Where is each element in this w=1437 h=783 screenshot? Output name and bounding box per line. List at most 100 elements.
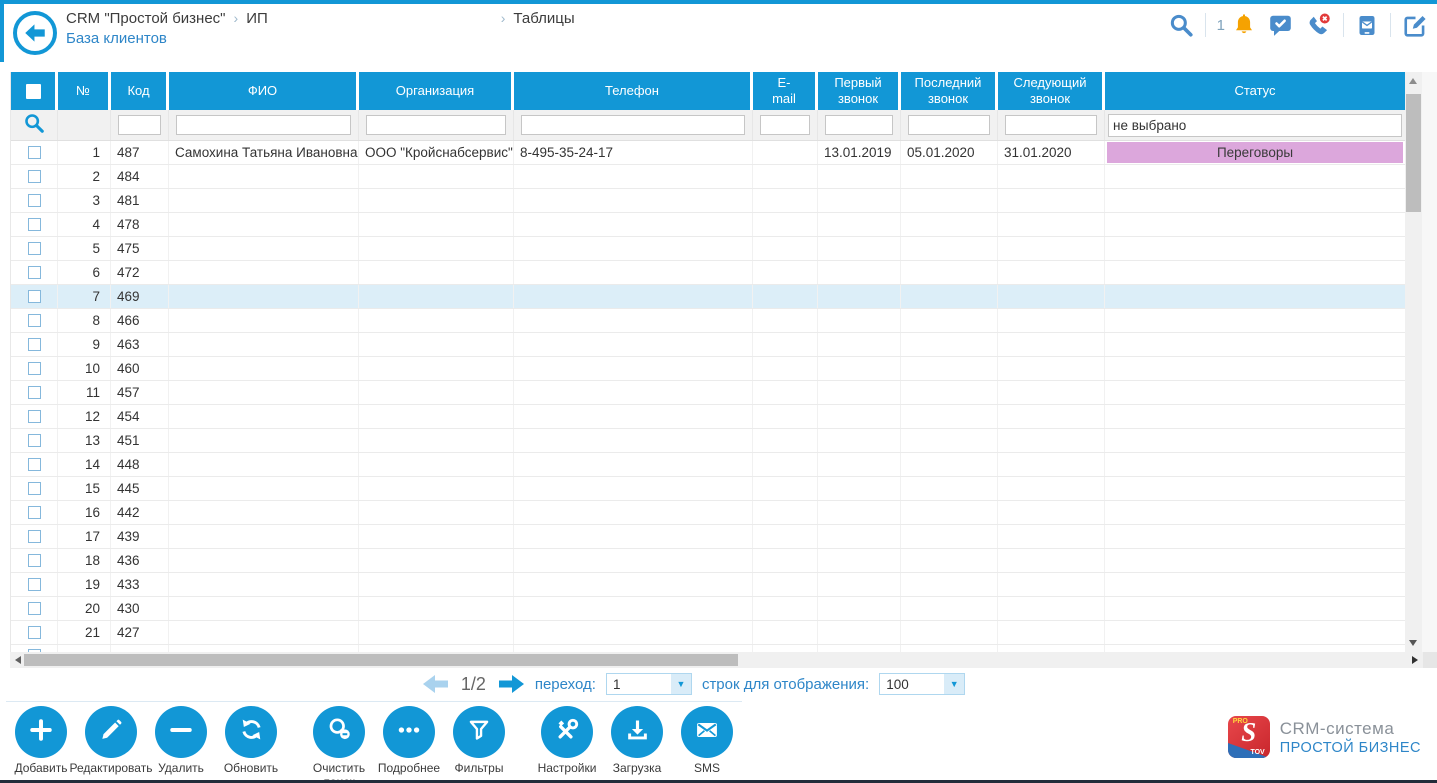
row-checkbox[interactable] bbox=[28, 626, 41, 639]
table-row[interactable]: 3481 bbox=[11, 189, 1405, 213]
scroll-left-arrow[interactable] bbox=[15, 656, 21, 664]
missed-call-icon[interactable] bbox=[1305, 12, 1332, 38]
notification-count: 1 bbox=[1217, 17, 1225, 34]
filter-input-phone[interactable] bbox=[521, 115, 745, 135]
row-checkbox[interactable] bbox=[28, 170, 41, 183]
column-header-first_call[interactable]: Первый звонок bbox=[818, 72, 901, 110]
row-checkbox[interactable] bbox=[28, 554, 41, 567]
table-row[interactable]: 6472 bbox=[11, 261, 1405, 285]
row-checkbox[interactable] bbox=[28, 338, 41, 351]
table-row[interactable]: 12454 bbox=[11, 405, 1405, 429]
table-row[interactable]: 15445 bbox=[11, 477, 1405, 501]
column-header-fio[interactable]: ФИО bbox=[169, 72, 359, 110]
horizontal-scrollbar-thumb[interactable] bbox=[24, 654, 738, 666]
filter-input-code[interactable] bbox=[118, 115, 161, 135]
toolbar-plus-button[interactable] bbox=[15, 706, 67, 758]
breadcrumb-section[interactable]: ИП bbox=[246, 10, 268, 27]
table-row[interactable]: 2484 bbox=[11, 165, 1405, 189]
column-header-next_call[interactable]: Следующий звонок bbox=[998, 72, 1105, 110]
row-checkbox[interactable] bbox=[28, 362, 41, 375]
table-row[interactable]: 11457 bbox=[11, 381, 1405, 405]
back-button[interactable] bbox=[13, 11, 57, 55]
row-checkbox[interactable] bbox=[28, 146, 41, 159]
device-sms-icon[interactable] bbox=[1355, 12, 1379, 39]
toolbar-refresh-button[interactable] bbox=[225, 706, 277, 758]
column-header-email[interactable]: E-mail bbox=[753, 72, 818, 110]
row-checkbox[interactable] bbox=[28, 410, 41, 423]
table-row[interactable]: 16442 bbox=[11, 501, 1405, 525]
prev-page-button[interactable] bbox=[422, 674, 449, 694]
next-page-button[interactable] bbox=[498, 674, 525, 694]
chat-icon[interactable] bbox=[1267, 12, 1294, 38]
row-checkbox[interactable] bbox=[28, 602, 41, 615]
chevron-down-icon[interactable]: ▼ bbox=[944, 674, 964, 694]
rows-per-page-select[interactable]: 100 ▼ bbox=[879, 673, 965, 695]
row-checkbox[interactable] bbox=[28, 290, 41, 303]
filter-status-select[interactable] bbox=[1108, 114, 1402, 137]
row-checkbox[interactable] bbox=[28, 266, 41, 279]
column-header-num[interactable]: № bbox=[58, 72, 111, 110]
row-checkbox[interactable] bbox=[28, 530, 41, 543]
toolbar-clear-search-button[interactable] bbox=[313, 706, 365, 758]
row-checkbox[interactable] bbox=[28, 434, 41, 447]
table-row[interactable]: 7469 bbox=[11, 285, 1405, 309]
goto-page-select[interactable]: 1 ▼ bbox=[606, 673, 692, 695]
filter-search-icon[interactable] bbox=[23, 112, 45, 139]
filter-input-next_call[interactable] bbox=[1005, 115, 1097, 135]
horizontal-scrollbar[interactable] bbox=[10, 652, 1423, 668]
breadcrumb-page[interactable]: Таблицы bbox=[513, 10, 574, 27]
table-row[interactable]: 10460 bbox=[11, 357, 1405, 381]
toolbar-settings-button[interactable] bbox=[541, 706, 593, 758]
vertical-scrollbar[interactable] bbox=[1405, 72, 1422, 652]
column-header-last_call[interactable]: Последний звонок bbox=[901, 72, 998, 110]
column-header-org[interactable]: Организация bbox=[359, 72, 514, 110]
table-row[interactable]: 19433 bbox=[11, 573, 1405, 597]
select-all-checkbox[interactable] bbox=[26, 84, 41, 99]
row-checkbox[interactable] bbox=[28, 482, 41, 495]
edit-icon[interactable] bbox=[1402, 12, 1429, 38]
table-row[interactable]: 1487Самохина Татьяна ИвановнаООО "Кройсн… bbox=[11, 141, 1405, 165]
toolbar-filter-button[interactable] bbox=[453, 706, 505, 758]
toolbar-pencil-button[interactable] bbox=[85, 706, 137, 758]
row-checkbox[interactable] bbox=[28, 314, 41, 327]
filter-input-org[interactable] bbox=[366, 115, 506, 135]
bell-icon[interactable] bbox=[1232, 12, 1256, 38]
table-row[interactable]: 8466 bbox=[11, 309, 1405, 333]
filter-input-email[interactable] bbox=[760, 115, 810, 135]
column-header-code[interactable]: Код bbox=[111, 72, 169, 110]
table-row[interactable]: 13451 bbox=[11, 429, 1405, 453]
scroll-up-arrow[interactable] bbox=[1409, 78, 1417, 84]
table-row[interactable]: 21427 bbox=[11, 621, 1405, 645]
table-row[interactable]: 20430 bbox=[11, 597, 1405, 621]
search-icon[interactable] bbox=[1168, 12, 1194, 38]
table-row[interactable]: 9463 bbox=[11, 333, 1405, 357]
row-checkbox[interactable] bbox=[28, 194, 41, 207]
toolbar-sms-button[interactable] bbox=[681, 706, 733, 758]
vertical-scrollbar-thumb[interactable] bbox=[1406, 94, 1421, 212]
table-row[interactable]: 14448 bbox=[11, 453, 1405, 477]
toolbar-more-button[interactable] bbox=[383, 706, 435, 758]
column-header-sel[interactable] bbox=[11, 72, 58, 110]
column-header-phone[interactable]: Телефон bbox=[514, 72, 753, 110]
toolbar-minus-button[interactable] bbox=[155, 706, 207, 758]
table-row[interactable]: 5475 bbox=[11, 237, 1405, 261]
row-checkbox[interactable] bbox=[28, 242, 41, 255]
table-row[interactable]: 17439 bbox=[11, 525, 1405, 549]
row-checkbox[interactable] bbox=[28, 578, 41, 591]
chevron-down-icon[interactable]: ▼ bbox=[671, 674, 691, 694]
table-row[interactable]: 4478 bbox=[11, 213, 1405, 237]
row-checkbox[interactable] bbox=[28, 218, 41, 231]
breadcrumb-root[interactable]: CRM "Простой бизнес" bbox=[66, 10, 226, 27]
filter-input-fio[interactable] bbox=[176, 115, 351, 135]
filter-input-first_call[interactable] bbox=[825, 115, 893, 135]
scroll-right-arrow[interactable] bbox=[1412, 656, 1418, 664]
toolbar-download-button[interactable] bbox=[611, 706, 663, 758]
filter-input-last_call[interactable] bbox=[908, 115, 990, 135]
table-row[interactable]: 18436 bbox=[11, 549, 1405, 573]
row-checkbox[interactable] bbox=[28, 458, 41, 471]
scroll-down-arrow[interactable] bbox=[1409, 640, 1417, 646]
row-checkbox[interactable] bbox=[28, 386, 41, 399]
column-header-status[interactable]: Статус bbox=[1105, 72, 1405, 110]
toolbar-label: SMS bbox=[652, 762, 762, 776]
row-checkbox[interactable] bbox=[28, 506, 41, 519]
